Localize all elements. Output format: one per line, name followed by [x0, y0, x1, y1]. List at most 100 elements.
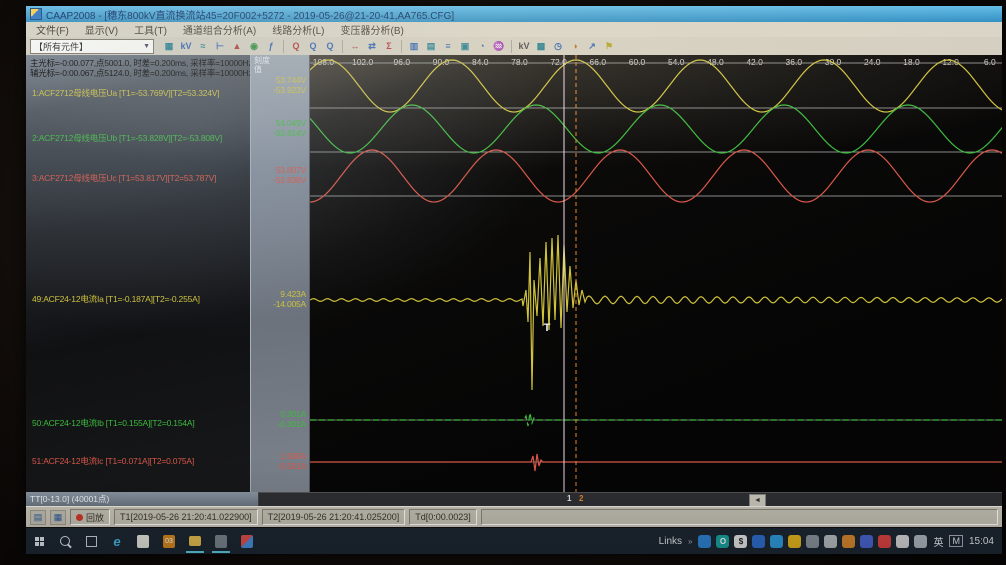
mode-label: 回放	[86, 511, 104, 524]
bluetooth-tray-icon[interactable]	[752, 535, 765, 548]
scale-min-1: -53.923V	[273, 85, 306, 95]
lock-tray-icon[interactable]	[788, 535, 801, 548]
t2-timestamp-field: T2[2019-05-26 21:20:41.025200]	[262, 509, 406, 525]
waveform-chart[interactable]: -108.0-102.0-96.0-90.0-84.0-78.0-72.0-66…	[310, 55, 1002, 492]
annotation-icon[interactable]: ◉	[246, 39, 262, 54]
explorer-taskbar-button[interactable]	[182, 528, 208, 554]
toolbar-separator	[401, 40, 402, 53]
scale-min-50: -0.301A	[278, 419, 306, 429]
scrollbar-track[interactable]: ◄ 1 2	[259, 492, 1002, 506]
menu-item-5[interactable]: 变压器分析(B)	[340, 22, 403, 37]
sum-icon[interactable]: Σ	[381, 39, 397, 54]
vector-icon[interactable]: ↗	[584, 39, 600, 54]
links-chevron-icon[interactable]: »	[688, 537, 692, 546]
swap-icon[interactable]: ⇄	[364, 39, 380, 54]
volume-tray-icon[interactable]	[824, 535, 837, 548]
channel-label-3[interactable]: 3:ACF2712母线电压Uc [T1=53.817V][T2=53.787V]	[32, 172, 216, 184]
function-icon[interactable]: ƒ	[263, 39, 279, 54]
main-content: 主光标=-0:00.077,点5001.0, 时差=0.200ms, 采样率=1…	[26, 55, 1002, 492]
channel-list-panel[interactable]: 主光标=-0:00.077,点5001.0, 时差=0.200ms, 采样率=1…	[26, 55, 251, 492]
chat-tray-icon[interactable]	[914, 535, 927, 548]
flag-icon[interactable]: ⚑	[601, 39, 617, 54]
scale-min-49: -14.005A	[273, 299, 306, 309]
toolbar-separator	[342, 40, 343, 53]
scale-column: 刻度值 53.744V-53.923V54.049V-53.814V53.807…	[251, 55, 310, 492]
waveform-icon[interactable]: ≈	[195, 39, 211, 54]
ime-mode-indicator[interactable]: M	[949, 535, 963, 547]
windows-taskbar: e 03 Links » O $ 英 M 15:04	[26, 528, 1002, 554]
search-button[interactable]	[52, 528, 78, 554]
ime-indicator[interactable]: 英	[933, 534, 943, 549]
network-tray-icon[interactable]	[806, 535, 819, 548]
bar-chart-icon[interactable]: ▥	[406, 39, 422, 54]
start-button[interactable]	[26, 528, 52, 554]
menu-bar: 文件(F) 显示(V) 工具(T) 通道组合分析(A) 线路分析(L) 变压器分析(B)	[26, 22, 1002, 37]
channel-label-51[interactable]: 51:ACF24-12电流Ic [T1=0.071A][T2=0.075A]	[32, 455, 194, 467]
scale-max-51: 1.500A	[280, 451, 306, 461]
cursor2-scroll-marker[interactable]: 2	[579, 494, 583, 503]
marker-icon[interactable]: ▲	[229, 39, 245, 54]
ie-taskbar-button[interactable]: e	[104, 528, 130, 554]
channel-label-1[interactable]: 1:ACF2712母线电压Ua [T1=-53.769V][T2=53.324V…	[32, 87, 219, 99]
notepad-taskbar-button[interactable]	[130, 528, 156, 554]
zoom-reset-icon[interactable]: Q	[305, 39, 321, 54]
tray-orange-app-icon[interactable]	[842, 535, 855, 548]
waveform-channel-51	[310, 454, 1002, 471]
table-icon[interactable]: ▤	[423, 39, 439, 54]
channel-label-49[interactable]: 49:ACF24-12电流Ia [T1=-0.187A][T2=-0.255A]	[32, 293, 200, 305]
folder-icon	[189, 536, 201, 546]
harmonic-icon[interactable]: ♒	[491, 39, 507, 54]
t1-timestamp-field: T1[2019-05-26 21:20:41.022900]	[114, 509, 258, 525]
status-list-icon[interactable]: ▤	[30, 510, 46, 525]
menu-item-3[interactable]: 通道组合分析(A)	[183, 22, 256, 37]
doc03-taskbar-button[interactable]: 03	[156, 528, 182, 554]
system-tray: Links » O $ 英 M 15:04	[659, 534, 1002, 549]
tray-red-app-icon[interactable]	[878, 535, 891, 548]
report-icon[interactable]: ▩	[533, 39, 549, 54]
clock-icon[interactable]: ◷	[550, 39, 566, 54]
photos-icon	[241, 535, 253, 548]
taskbar-clock[interactable]: 15:04	[969, 536, 994, 547]
title-bar: CAAP2008 - [穗东800kV直流换流站45=20F002+5272 -…	[26, 6, 1002, 22]
ie-icon: e	[113, 534, 120, 549]
app-icon	[30, 8, 42, 20]
list-icon[interactable]: ≡	[440, 39, 456, 54]
menu-item-1[interactable]: 显示(V)	[85, 22, 118, 37]
grid-icon[interactable]: ▦	[161, 39, 177, 54]
tray-currency-icon[interactable]: $	[734, 535, 747, 548]
kv-icon-2[interactable]: kV	[516, 39, 532, 54]
scale-max-49: 9.423A	[280, 289, 306, 299]
menu-item-0[interactable]: 文件(F)	[36, 22, 69, 37]
toolbar-separator	[283, 40, 284, 53]
tray-clock-app-icon[interactable]	[770, 535, 783, 548]
battery-tray-icon[interactable]	[896, 535, 909, 548]
time-scrollbar-row: TT[0-13.0] (40001点) ◄ 1 2	[26, 492, 1002, 506]
toolbar: 【所有元件】 ▼ ▦kV≈⊢▲◉ƒQQQ↔⇄Σ▥▤≡▣◔♒kV▩◷◑↗⚑	[26, 37, 1002, 56]
phasor-icon[interactable]: ◔	[474, 39, 490, 54]
pan-left-right-icon[interactable]: ↔	[347, 39, 363, 54]
tray-edge-icon[interactable]	[698, 535, 711, 548]
task-view-icon	[86, 536, 97, 547]
waveform-channel-50	[310, 413, 1002, 426]
zoom-in-icon[interactable]: Q	[322, 39, 338, 54]
sequence-icon[interactable]: ▣	[457, 39, 473, 54]
screen: CAAP2008 - [穗东800kV直流换流站45=20F002+5272 -…	[26, 6, 1002, 554]
photos-taskbar-button[interactable]	[234, 528, 260, 554]
task-view-button[interactable]	[78, 528, 104, 554]
menu-item-2[interactable]: 工具(T)	[134, 22, 167, 37]
waveform-canvas[interactable]: T	[310, 55, 1002, 492]
links-label[interactable]: Links	[659, 536, 682, 547]
menu-item-4[interactable]: 线路分析(L)	[272, 22, 324, 37]
channel-label-2[interactable]: 2:ACF2712母线电压Ub [T1=-53.828V][T2=-53.808…	[32, 132, 222, 144]
channel-label-50[interactable]: 50:ACF24-12电流Ib [T1=0.155A][T2=0.154A]	[32, 417, 195, 429]
cursor1-scroll-marker[interactable]: 1	[567, 494, 571, 503]
kv-scale-icon[interactable]: kV	[178, 39, 194, 54]
status-grid-icon[interactable]: ▦	[50, 510, 66, 525]
app-taskbar-button[interactable]	[208, 528, 234, 554]
measure-icon[interactable]: ⊢	[212, 39, 228, 54]
element-filter-dropdown[interactable]: 【所有元件】 ▼	[30, 39, 154, 54]
tray-teams-icon[interactable]	[860, 535, 873, 548]
zoom-out-icon[interactable]: Q	[288, 39, 304, 54]
tray-ring-icon[interactable]: O	[716, 535, 729, 548]
pie-icon[interactable]: ◑	[567, 39, 583, 54]
